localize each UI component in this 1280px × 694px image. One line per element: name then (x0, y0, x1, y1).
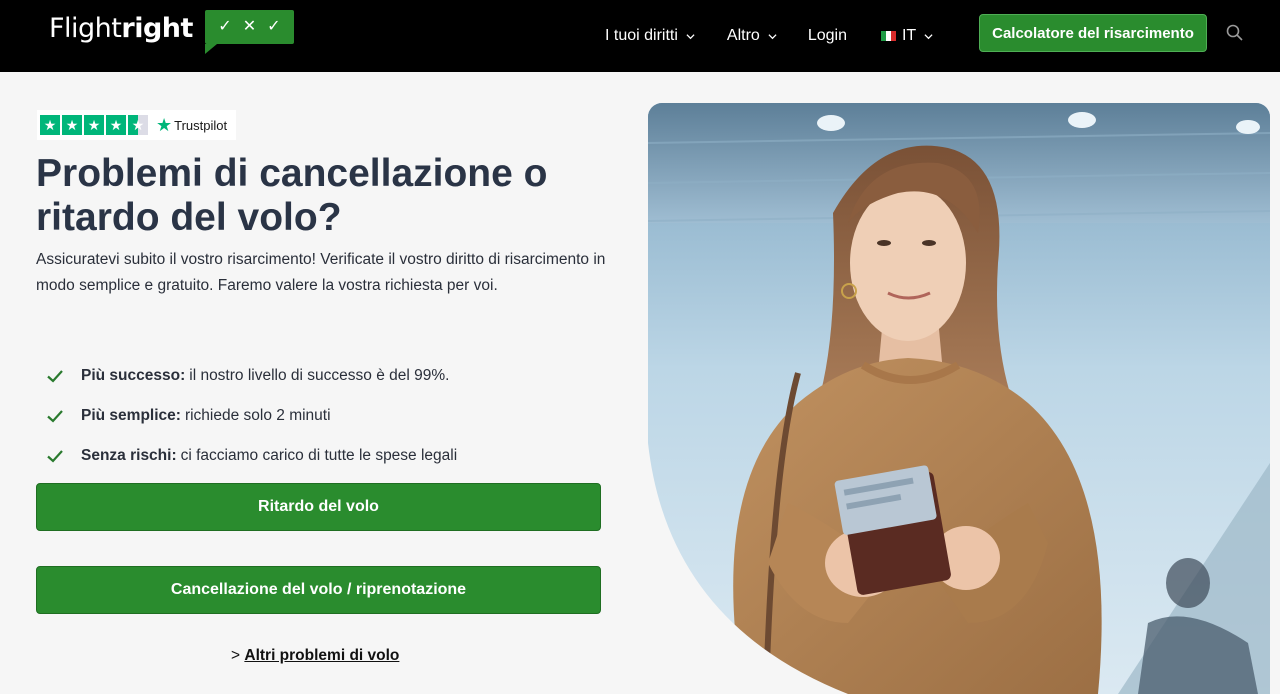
chevron-down-icon (768, 33, 777, 39)
hero-photo-illustration (648, 103, 1270, 694)
benefit-item: Senza rischi: ci facciamo carico di tutt… (45, 436, 457, 476)
flight-cancellation-button[interactable]: Cancellazione del volo / riprenotazione (36, 566, 601, 614)
trustpilot-logo: ★ Trustpilot (156, 115, 228, 135)
main-nav: I tuoi diritti Altro Login IT (605, 0, 933, 72)
nav-login-label: Login (807, 27, 847, 44)
chevron-down-icon (924, 33, 933, 39)
star-icon: ★ (62, 115, 82, 135)
search-icon[interactable] (1226, 24, 1244, 42)
rating-stars: ★ ★ ★ ★ ★ (40, 115, 148, 135)
check-icon (47, 410, 63, 423)
star-half-icon: ★ (128, 115, 148, 135)
chevron-down-icon (686, 33, 695, 39)
other-problems-row: > Altri problemi di volo (231, 647, 400, 664)
trustpilot-rating[interactable]: ★ ★ ★ ★ ★ ★ Trustpilot (37, 110, 236, 140)
language-selector[interactable]: IT (880, 27, 933, 45)
hero-title: Problemi di cancellazione o ritardo del … (36, 152, 548, 239)
flightright-logo[interactable]: Flightright ✓ ✕ ✓ (49, 10, 294, 54)
star-icon: ★ (106, 115, 126, 135)
trustpilot-star-icon: ★ (156, 115, 173, 135)
nav-rights-dropdown[interactable]: I tuoi diritti (605, 27, 695, 45)
check-icon (47, 450, 63, 463)
hero-photo-woman-with-passport (648, 103, 1270, 694)
check-icon (47, 370, 63, 383)
nav-more-label: Altro (726, 27, 760, 44)
nav-login-link[interactable]: Login (808, 27, 847, 45)
nav-rights-label: I tuoi diritti (605, 27, 678, 44)
benefit-item: Più semplice: richiede solo 2 minuti (45, 396, 457, 436)
star-icon: ★ (40, 115, 60, 135)
hero-subtitle: Assicuratevi subito il vostro risarcimen… (36, 251, 606, 294)
star-icon: ★ (84, 115, 104, 135)
nav-more-dropdown[interactable]: Altro (727, 27, 777, 45)
site-header: Flightright ✓ ✕ ✓ I tuoi diritti Altro L… (0, 0, 1280, 72)
italy-flag-icon (880, 31, 896, 41)
compensation-calculator-button[interactable]: Calcolatore del risarcimento (979, 14, 1207, 52)
benefit-item: Più successo: il nostro livello di succe… (45, 356, 457, 396)
benefits-list: Più successo: il nostro livello di succe… (45, 356, 457, 476)
logo-wordmark: Flightright (49, 13, 193, 44)
other-flight-problems-link[interactable]: Altri problemi di volo (244, 647, 399, 664)
language-label: IT (901, 27, 917, 44)
logo-badge-icon: ✓ ✕ ✓ (204, 10, 294, 54)
flight-delay-button[interactable]: Ritardo del volo (36, 483, 601, 531)
